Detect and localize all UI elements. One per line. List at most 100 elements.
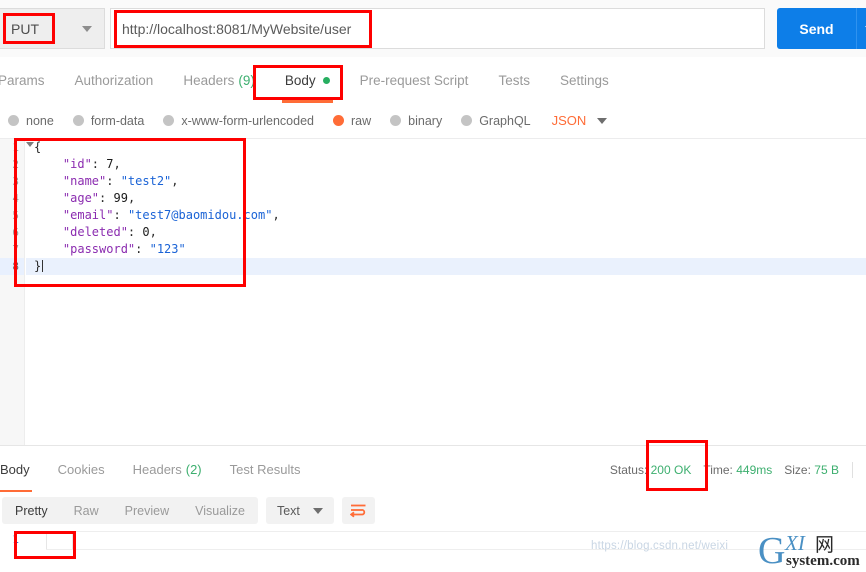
radio-raw[interactable]: raw <box>333 114 371 128</box>
radio-x-www-form-urlencoded[interactable]: x-www-form-urlencoded <box>163 114 314 128</box>
view-mode-preview[interactable]: Preview <box>112 497 182 524</box>
code-line[interactable]: { <box>26 139 866 156</box>
svg-text:system.com: system.com <box>786 553 860 569</box>
tab-label: Cookies <box>58 462 105 477</box>
code-token: : <box>99 191 113 205</box>
code-token: 0 <box>142 225 149 239</box>
svg-text:XI: XI <box>784 531 806 555</box>
response-body-viewer[interactable]: 1 <box>0 529 866 569</box>
url-input[interactable]: http://localhost:8081/MyWebsite/user <box>110 8 765 49</box>
tab-label: Body <box>0 462 30 477</box>
raw-format-select[interactable]: JSON <box>552 113 608 128</box>
tab-tests[interactable]: Tests <box>483 57 545 103</box>
code-token: "test7@baomidou.com" <box>128 208 273 222</box>
view-mode-raw[interactable]: Raw <box>61 497 112 524</box>
radio-icon <box>461 115 472 126</box>
radio-binary[interactable]: binary <box>390 114 442 128</box>
code-token: "id" <box>34 157 92 171</box>
tab-authorization[interactable]: Authorization <box>60 57 169 103</box>
status-badge: 200 OK <box>651 463 692 477</box>
code-token: , <box>128 191 135 205</box>
code-token: : <box>113 208 127 222</box>
chevron-down-icon <box>82 26 92 32</box>
code-line[interactable]: "password": "123" <box>26 241 866 258</box>
gutter-line-number: 3 <box>0 173 24 190</box>
code-token: "name" <box>34 174 106 188</box>
body-type-radio-group: none form-data x-www-form-urlencoded raw… <box>0 103 866 138</box>
radio-label: form-data <box>91 114 145 128</box>
gutter-line-number: 4 <box>0 190 24 207</box>
view-mode-pretty[interactable]: Pretty <box>2 497 61 524</box>
response-format-select[interactable]: Text <box>266 497 334 524</box>
word-wrap-button[interactable] <box>342 497 375 524</box>
code-token: , <box>272 208 279 222</box>
editor-gutter: 12345678 <box>0 139 25 446</box>
response-tab-test-results[interactable]: Test Results <box>216 446 315 493</box>
tab-label: Authorization <box>75 73 154 88</box>
code-line[interactable]: "age": 99, <box>26 190 866 207</box>
response-tab-headers[interactable]: Headers (2) <box>119 446 216 493</box>
code-token: , <box>171 174 178 188</box>
raw-format-value: JSON <box>552 113 587 128</box>
tab-params[interactable]: Params <box>0 57 60 103</box>
response-toolbar: Pretty Raw Preview Visualize Text <box>0 492 866 529</box>
code-line[interactable]: "name": "test2", <box>26 173 866 190</box>
radio-label: x-www-form-urlencoded <box>181 114 314 128</box>
code-token: "email" <box>34 208 113 222</box>
radio-none[interactable]: none <box>8 114 54 128</box>
response-tab-cookies[interactable]: Cookies <box>44 446 119 493</box>
radio-icon <box>163 115 174 126</box>
radio-label: binary <box>408 114 442 128</box>
code-token: "age" <box>34 191 99 205</box>
editor-code[interactable]: { "id": 7, "name": "test2", "age": 99, "… <box>26 139 866 446</box>
response-view-modes: Pretty Raw Preview Visualize <box>2 497 258 524</box>
status-label: Status: <box>610 463 647 477</box>
response-line-number: 1 <box>0 531 24 548</box>
code-token: "test2" <box>121 174 172 188</box>
radio-label: raw <box>351 114 371 128</box>
code-token: } <box>34 259 41 273</box>
svg-text:G: G <box>758 530 785 569</box>
tab-label: Tests <box>498 73 530 88</box>
request-body-editor[interactable]: 12345678 { "id": 7, "name": "test2", "ag… <box>0 138 866 446</box>
time-value: 449ms <box>736 463 772 477</box>
radio-graphql[interactable]: GraphQL <box>461 114 530 128</box>
send-options-button[interactable] <box>856 8 866 49</box>
http-method-select[interactable]: PUT <box>0 8 105 49</box>
code-token: "password" <box>34 242 135 256</box>
gxi-logo-watermark: G XI 网 system.com <box>758 530 866 569</box>
code-token: : <box>92 157 106 171</box>
tab-label: Settings <box>560 73 609 88</box>
response-stats: Status: 200 OK Time: 449ms Size: 75 B S <box>598 446 866 493</box>
tab-settings[interactable]: Settings <box>545 57 624 103</box>
view-mode-visualize[interactable]: Visualize <box>182 497 258 524</box>
tab-label: Body <box>285 73 316 88</box>
response-tab-body[interactable]: Body <box>0 446 44 493</box>
status-stat: Status: 200 OK <box>610 463 691 477</box>
tab-pre-request-script[interactable]: Pre-request Script <box>345 57 484 103</box>
divider <box>852 462 853 478</box>
response-meta-bar: Body Cookies Headers (2) Test Results St… <box>0 445 866 494</box>
request-url-bar: PUT http://localhost:8081/MyWebsite/user… <box>0 0 866 58</box>
radio-label: none <box>26 114 54 128</box>
radio-form-data[interactable]: form-data <box>73 114 145 128</box>
tab-body[interactable]: Body <box>270 57 345 103</box>
gutter-line-number: 7 <box>0 241 24 258</box>
code-line[interactable]: } <box>26 258 866 275</box>
tab-headers[interactable]: Headers (9) <box>168 57 270 103</box>
tab-label: Test Results <box>230 462 301 477</box>
tab-label: Pre-request Script <box>360 73 469 88</box>
postman-window: PUT http://localhost:8081/MyWebsite/user… <box>0 0 866 569</box>
send-button[interactable]: Send <box>777 8 856 49</box>
tab-count: (2) <box>186 462 202 477</box>
code-line[interactable]: "id": 7, <box>26 156 866 173</box>
response-body-line <box>46 531 866 550</box>
size-stat: Size: 75 B <box>784 463 839 477</box>
response-body-cell <box>46 532 73 549</box>
code-token: , <box>150 225 157 239</box>
code-token: "123" <box>150 242 186 256</box>
request-tabs: Params Authorization Headers (9) Body Pr… <box>0 57 866 104</box>
code-line[interactable]: "email": "test7@baomidou.com", <box>26 207 866 224</box>
radio-icon <box>8 115 19 126</box>
code-line[interactable]: "deleted": 0, <box>26 224 866 241</box>
